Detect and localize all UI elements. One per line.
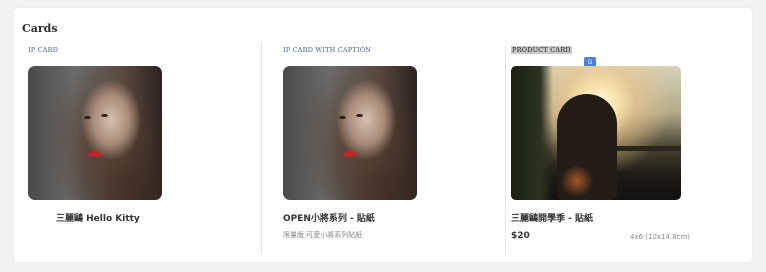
product-card-image[interactable] <box>511 66 681 200</box>
column-label: IP CARD <box>28 46 59 54</box>
cards-panel: Cards IP CARD 三麗鷗 Hello Kitty IP CARD WI… <box>14 8 752 262</box>
product-size: 4x6 (10x14.8cm) <box>629 233 690 241</box>
portrait-photo <box>283 66 417 200</box>
column-label: IP CARD WITH CAPTION <box>283 46 372 54</box>
section-title: Cards <box>22 22 58 35</box>
ip-card-title[interactable]: 三麗鷗 Hello Kitty <box>56 211 140 224</box>
ip-card-caption-image[interactable] <box>283 66 417 200</box>
ip-card-column: IP CARD 三麗鷗 Hello Kitty <box>14 42 261 254</box>
product-price: $20 <box>511 231 530 241</box>
column-label: PRODUCT CARD <box>511 46 572 54</box>
sunset-photo <box>511 66 681 200</box>
portrait-photo <box>28 66 162 200</box>
product-card-title[interactable]: 三麗鷗開學季 - 貼紙 <box>511 211 593 224</box>
ip-card-caption-text: 限量版 可愛小將系列貼紙 <box>283 231 363 239</box>
ip-card-image[interactable] <box>28 66 162 200</box>
ip-card-caption-title[interactable]: OPEN小將系列 - 貼紙 <box>283 211 375 224</box>
product-card-column: PRODUCT CARD G 三麗鷗開學季 - 貼紙 $20 4x6 (10x1… <box>505 42 752 254</box>
ip-card-caption-column: IP CARD WITH CAPTION OPEN小將系列 - 貼紙 限量版 可… <box>261 42 505 254</box>
